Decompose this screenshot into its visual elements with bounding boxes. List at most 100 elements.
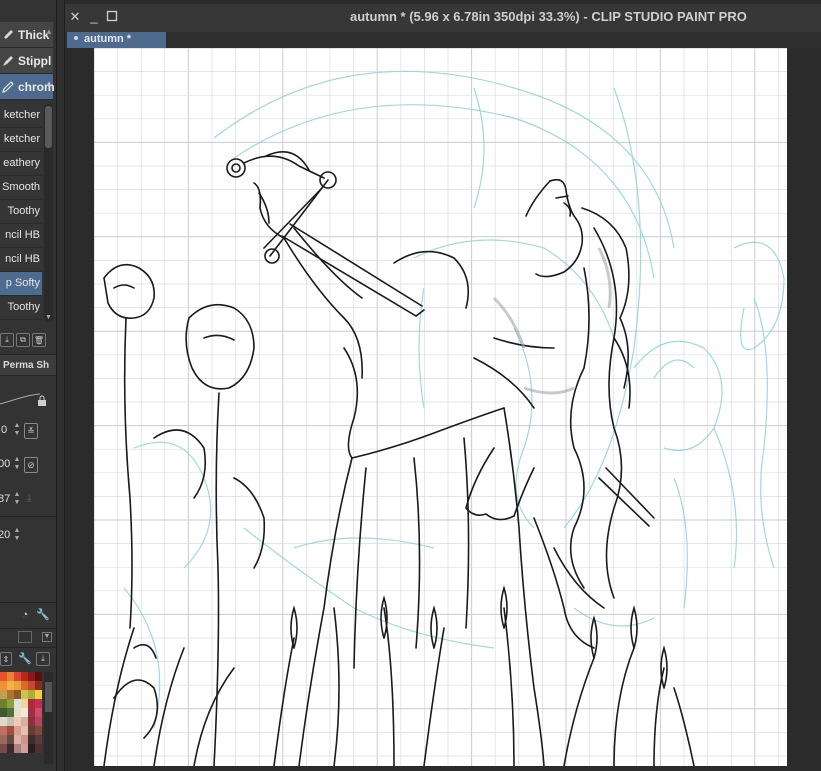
scroll-up-icon[interactable]: ▲ — [45, 26, 53, 38]
palette-swatch[interactable] — [35, 726, 42, 735]
palette-swatch[interactable] — [0, 735, 7, 744]
palette-swatch[interactable] — [35, 744, 42, 753]
palette-swatch[interactable] — [7, 690, 14, 699]
brush-item[interactable]: eathery — [0, 152, 42, 176]
brush-item-selected[interactable]: p Softy — [0, 272, 42, 296]
sub-tool-stipple[interactable]: Stippl — [0, 48, 53, 74]
palette-swatch[interactable] — [21, 735, 28, 744]
palette-swatch[interactable] — [28, 690, 35, 699]
spin-arrows-icon[interactable]: ▲ ▼ — [13, 527, 21, 545]
spin-arrows-icon[interactable]: ▲ ▼ — [13, 422, 21, 440]
toggle-icon[interactable]: ⊘ — [24, 457, 38, 473]
palette-swatch[interactable] — [28, 708, 35, 717]
palette-swatch[interactable] — [28, 717, 35, 726]
color-slot[interactable] — [18, 631, 32, 643]
palette-swatch[interactable] — [0, 726, 7, 735]
wrench-icon[interactable]: 🔧 — [36, 608, 50, 622]
maximize-icon[interactable] — [105, 10, 119, 24]
palette-swatch[interactable] — [7, 744, 14, 753]
palette-swatch[interactable] — [7, 717, 14, 726]
palette-swatch[interactable] — [21, 708, 28, 717]
palette-swatch[interactable] — [14, 735, 21, 744]
palette-swatch[interactable] — [28, 744, 35, 753]
property-opacity[interactable]: 00 ▲▼ ⊘ — [0, 455, 56, 475]
scrollbar-thumb[interactable] — [45, 682, 52, 712]
palette-swatch[interactable] — [7, 681, 14, 690]
palette-swatch[interactable] — [14, 699, 21, 708]
window-title: autumn * (5.96 x 6.78in 350dpi 33.3%) - … — [350, 9, 747, 24]
property-size[interactable]: .0 ▲▼ ≚ — [0, 421, 56, 441]
scrollbar-thumb[interactable] — [45, 106, 52, 148]
brush-item[interactable]: ketcher — [0, 128, 42, 152]
scroll-up-icon[interactable]: ▲ — [45, 78, 53, 90]
palette-swatch[interactable] — [21, 717, 28, 726]
brush-item[interactable]: Toothy — [0, 200, 42, 224]
canvas-area[interactable] — [65, 48, 821, 771]
import-brush-icon[interactable]: ⤓ — [0, 333, 14, 347]
drawing-canvas[interactable] — [94, 48, 787, 766]
palette-swatch[interactable] — [28, 699, 35, 708]
palette-swatch[interactable] — [28, 735, 35, 744]
palette-swatch[interactable] — [21, 699, 28, 708]
palette-swatch[interactable] — [21, 681, 28, 690]
palette-swatch[interactable] — [21, 744, 28, 753]
duplicate-brush-icon[interactable]: ⧉ — [16, 333, 30, 347]
palette-swatch[interactable] — [0, 681, 7, 690]
palette-swatch[interactable] — [21, 672, 28, 681]
palette-scrollbar[interactable] — [44, 672, 53, 764]
palette-swatch[interactable] — [28, 672, 35, 681]
brush-item[interactable]: Toothy — [0, 296, 42, 320]
palette-swatch[interactable] — [7, 672, 14, 681]
palette-swatch[interactable] — [14, 708, 21, 717]
palette-swatch[interactable] — [14, 672, 21, 681]
palette-swatch[interactable] — [7, 726, 14, 735]
spin-arrows-icon[interactable]: ▲ ▼ — [13, 456, 21, 474]
spin-arrows-icon[interactable]: ⇕ — [0, 652, 12, 666]
palette-swatch[interactable] — [35, 681, 42, 690]
palette-swatch[interactable] — [28, 726, 35, 735]
wrench-icon[interactable]: 🔧 — [18, 652, 32, 666]
palette-swatch[interactable] — [14, 717, 21, 726]
palette-swatch[interactable] — [14, 744, 21, 753]
spin-arrows-icon[interactable]: ▲ ▼ — [13, 491, 21, 509]
palette-swatch[interactable] — [14, 681, 21, 690]
property-stabilization[interactable]: 20 ▲▼ — [0, 526, 56, 546]
palette-swatch[interactable] — [7, 735, 14, 744]
palette-swatch[interactable] — [0, 744, 7, 753]
palette-swatch[interactable] — [14, 726, 21, 735]
property-density[interactable]: 87 ▲▼ ⤓ — [0, 490, 56, 510]
lock-icon[interactable] — [36, 394, 48, 406]
palette-swatch[interactable] — [0, 672, 7, 681]
chevron-down-icon[interactable]: ▼ — [42, 632, 52, 642]
brush-list-scrollbar[interactable]: ▼ — [44, 104, 53, 322]
palette-swatch[interactable] — [0, 690, 7, 699]
palette-swatch[interactable] — [7, 699, 14, 708]
palette-swatch[interactable] — [35, 690, 42, 699]
brush-item[interactable]: ncil HB — [0, 248, 42, 272]
minimize-icon[interactable]: _ — [87, 10, 101, 24]
palette-swatch[interactable] — [35, 699, 42, 708]
palette-swatch[interactable] — [35, 717, 42, 726]
close-icon[interactable]: ✕ — [68, 10, 82, 24]
divider — [0, 602, 56, 603]
palette-swatch[interactable] — [35, 672, 42, 681]
trash-icon[interactable]: 🗑 — [32, 333, 46, 347]
palette-swatch[interactable] — [0, 708, 7, 717]
palette-swatch[interactable] — [35, 708, 42, 717]
palette-swatch[interactable] — [7, 708, 14, 717]
palette-swatch[interactable] — [0, 699, 7, 708]
palette-swatch[interactable] — [21, 726, 28, 735]
brush-item[interactable]: Smooth — [0, 176, 42, 200]
tab-autumn[interactable]: autumn * — [67, 32, 166, 48]
clock-icon[interactable]: ◔ — [18, 608, 32, 622]
chevron-down-icon[interactable]: ▼ — [44, 313, 53, 322]
palette-swatch[interactable] — [35, 735, 42, 744]
palette-swatch[interactable] — [28, 681, 35, 690]
brush-item[interactable]: ncil HB — [0, 224, 42, 248]
pressure-toggle-icon[interactable]: ≚ — [24, 423, 38, 439]
import-palette-icon[interactable]: ⤓ — [36, 652, 50, 666]
brush-item[interactable]: ketcher — [0, 104, 42, 128]
palette-swatch[interactable] — [0, 717, 7, 726]
palette-swatch[interactable] — [14, 690, 21, 699]
palette-swatch[interactable] — [21, 690, 28, 699]
